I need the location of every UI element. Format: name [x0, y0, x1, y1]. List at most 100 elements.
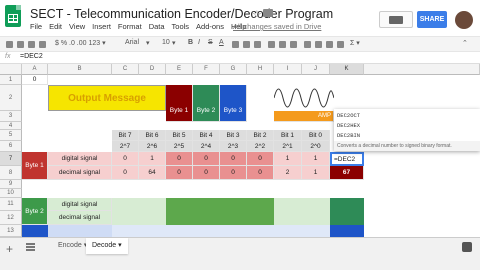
column-header-e[interactable]: E [166, 64, 193, 75]
autocomplete-option-dec2bin[interactable]: DEC2BIN [337, 132, 360, 139]
row-header-7[interactable]: 7 [0, 152, 22, 166]
column-header-h[interactable]: H [247, 64, 274, 75]
byte1-digital-bit7[interactable]: 0 [112, 152, 139, 166]
row-header-9[interactable]: 9 [0, 180, 22, 189]
power-label-0[interactable]: 2^0 [302, 141, 330, 152]
byte1-decimal-bit5[interactable]: 0 [166, 166, 193, 180]
font-size-select[interactable]: 10 [162, 39, 170, 46]
row-header-11[interactable]: 11 [0, 198, 22, 211]
document-title[interactable]: SECT - Telecommunication Encoder/Decoder… [30, 7, 333, 21]
byte1-digital-bit1[interactable]: 1 [274, 152, 302, 166]
power-label-4[interactable]: 2^4 [193, 141, 220, 152]
avatar[interactable] [455, 11, 473, 29]
byte1-digital-bit5[interactable]: 0 [166, 152, 193, 166]
align-middle-icon[interactable] [279, 41, 286, 48]
bit-label-1[interactable]: Bit 1 [274, 130, 302, 141]
tab-decode[interactable]: Decode ▾ [86, 238, 128, 254]
bit-label-0[interactable]: Bit 0 [302, 130, 330, 141]
row-header-10[interactable]: 10 [0, 189, 22, 198]
byte3-row-label[interactable] [22, 225, 48, 237]
power-label-7[interactable]: 2^7 [112, 141, 139, 152]
byte1-decimal-bit6[interactable]: 64 [139, 166, 166, 180]
column-header-a[interactable]: A [22, 64, 48, 75]
byte1-decimal-bit3[interactable]: 0 [220, 166, 247, 180]
power-label-5[interactable]: 2^5 [166, 141, 193, 152]
strikethrough-button[interactable]: S [208, 39, 213, 46]
select-all-corner[interactable] [0, 64, 22, 75]
bit-label-5[interactable]: Bit 5 [166, 130, 193, 141]
byte1-decimal-bit4[interactable]: 0 [193, 166, 220, 180]
byte1-decimal-bit7[interactable]: 0 [112, 166, 139, 180]
amp-header[interactable]: AMP [274, 111, 334, 122]
column-header-k[interactable]: K [330, 64, 364, 75]
bit-label-4[interactable]: Bit 4 [193, 130, 220, 141]
menu-tools[interactable]: Tools [172, 22, 190, 31]
bit-label-7[interactable]: Bit 7 [112, 130, 139, 141]
byte1-decimal-label[interactable]: decimal signal [48, 166, 112, 180]
byte1-result-cell[interactable]: 67 [330, 166, 364, 180]
byte1-decimal-bit0[interactable]: 1 [302, 166, 330, 180]
autocomplete-option-dec2oct[interactable]: DEC2OCT [337, 112, 360, 119]
byte1-digital-bit4[interactable]: 0 [193, 152, 220, 166]
star-icon[interactable]: ☆ [252, 8, 262, 21]
merge-cells-icon[interactable] [254, 41, 261, 48]
fill-color-icon[interactable] [232, 41, 239, 48]
bit-label-3[interactable]: Bit 3 [220, 130, 247, 141]
folder-icon[interactable] [263, 9, 273, 17]
byte1-digital-bit2[interactable]: 0 [247, 152, 274, 166]
paint-format-icon[interactable] [39, 41, 46, 48]
wrap-text-icon[interactable] [290, 41, 297, 48]
formula-input[interactable]: =DEC2 [20, 53, 43, 60]
all-sheets-icon[interactable] [26, 243, 35, 251]
save-status-link[interactable]: All changes saved in Drive [233, 22, 321, 31]
power-label-3[interactable]: 2^3 [220, 141, 247, 152]
byte2-row-label[interactable]: Byte 2 [22, 198, 48, 225]
redo-icon[interactable] [28, 41, 35, 48]
menu-addons[interactable]: Add-ons [196, 22, 224, 31]
column-header-i[interactable]: I [274, 64, 302, 75]
font-dropdown-icon[interactable]: ▾ [146, 39, 150, 47]
menu-format[interactable]: Format [118, 22, 142, 31]
byte2-result-cell[interactable] [330, 198, 364, 225]
undo-icon[interactable] [17, 41, 24, 48]
byte1-row-label[interactable]: Byte 1 [22, 152, 48, 180]
byte1-digital-bit3[interactable]: 0 [220, 152, 247, 166]
autocomplete-option-dec2hex[interactable]: DEC2HEX [337, 122, 360, 129]
column-header-d[interactable]: D [139, 64, 166, 75]
row-header-5[interactable]: 5 [0, 130, 22, 141]
byte3-header[interactable]: Byte 3 [220, 85, 247, 122]
text-color-button[interactable]: A [219, 39, 224, 46]
column-header-b[interactable]: B [48, 64, 112, 75]
align-left-icon[interactable] [268, 41, 275, 48]
share-button[interactable]: SHARE [417, 11, 447, 28]
column-header-c[interactable]: C [112, 64, 139, 75]
bold-button[interactable]: B [188, 39, 193, 46]
byte3-result-cell[interactable] [330, 225, 364, 237]
output-message-title[interactable]: Output Message [48, 85, 166, 111]
row-header-3[interactable]: 3 [0, 111, 22, 122]
row-header-4[interactable]: 4 [0, 122, 22, 130]
borders-icon[interactable] [243, 41, 250, 48]
column-header-f[interactable]: F [193, 64, 220, 75]
menu-view[interactable]: View [69, 22, 85, 31]
currency-format-button[interactable]: $ % .0 .00 123 ▾ [55, 39, 106, 47]
filter-icon[interactable] [337, 41, 344, 48]
collapse-toolbar-icon[interactable]: ⌃ [462, 39, 468, 47]
byte2-digital-label[interactable]: digital signal [48, 198, 112, 211]
column-header-g[interactable]: G [220, 64, 247, 75]
row-header-6[interactable]: 6 [0, 141, 22, 152]
explore-icon[interactable] [462, 242, 472, 252]
add-sheet-icon[interactable]: + [6, 242, 13, 256]
cell-k7-editing[interactable]: =DEC2 [330, 152, 364, 166]
power-label-6[interactable]: 2^6 [139, 141, 166, 152]
italic-button[interactable]: I [198, 39, 200, 46]
bit-label-6[interactable]: Bit 6 [139, 130, 166, 141]
row-header-12[interactable]: 12 [0, 211, 22, 225]
functions-button[interactable]: Σ ▾ [350, 39, 360, 47]
byte1-digital-bit0[interactable]: 1 [302, 152, 330, 166]
insert-comment-icon[interactable] [315, 41, 322, 48]
cell-a1[interactable]: 0 [22, 75, 48, 85]
column-header-l[interactable] [364, 64, 480, 75]
insert-link-icon[interactable] [304, 41, 311, 48]
sheets-logo-icon[interactable] [5, 5, 21, 27]
